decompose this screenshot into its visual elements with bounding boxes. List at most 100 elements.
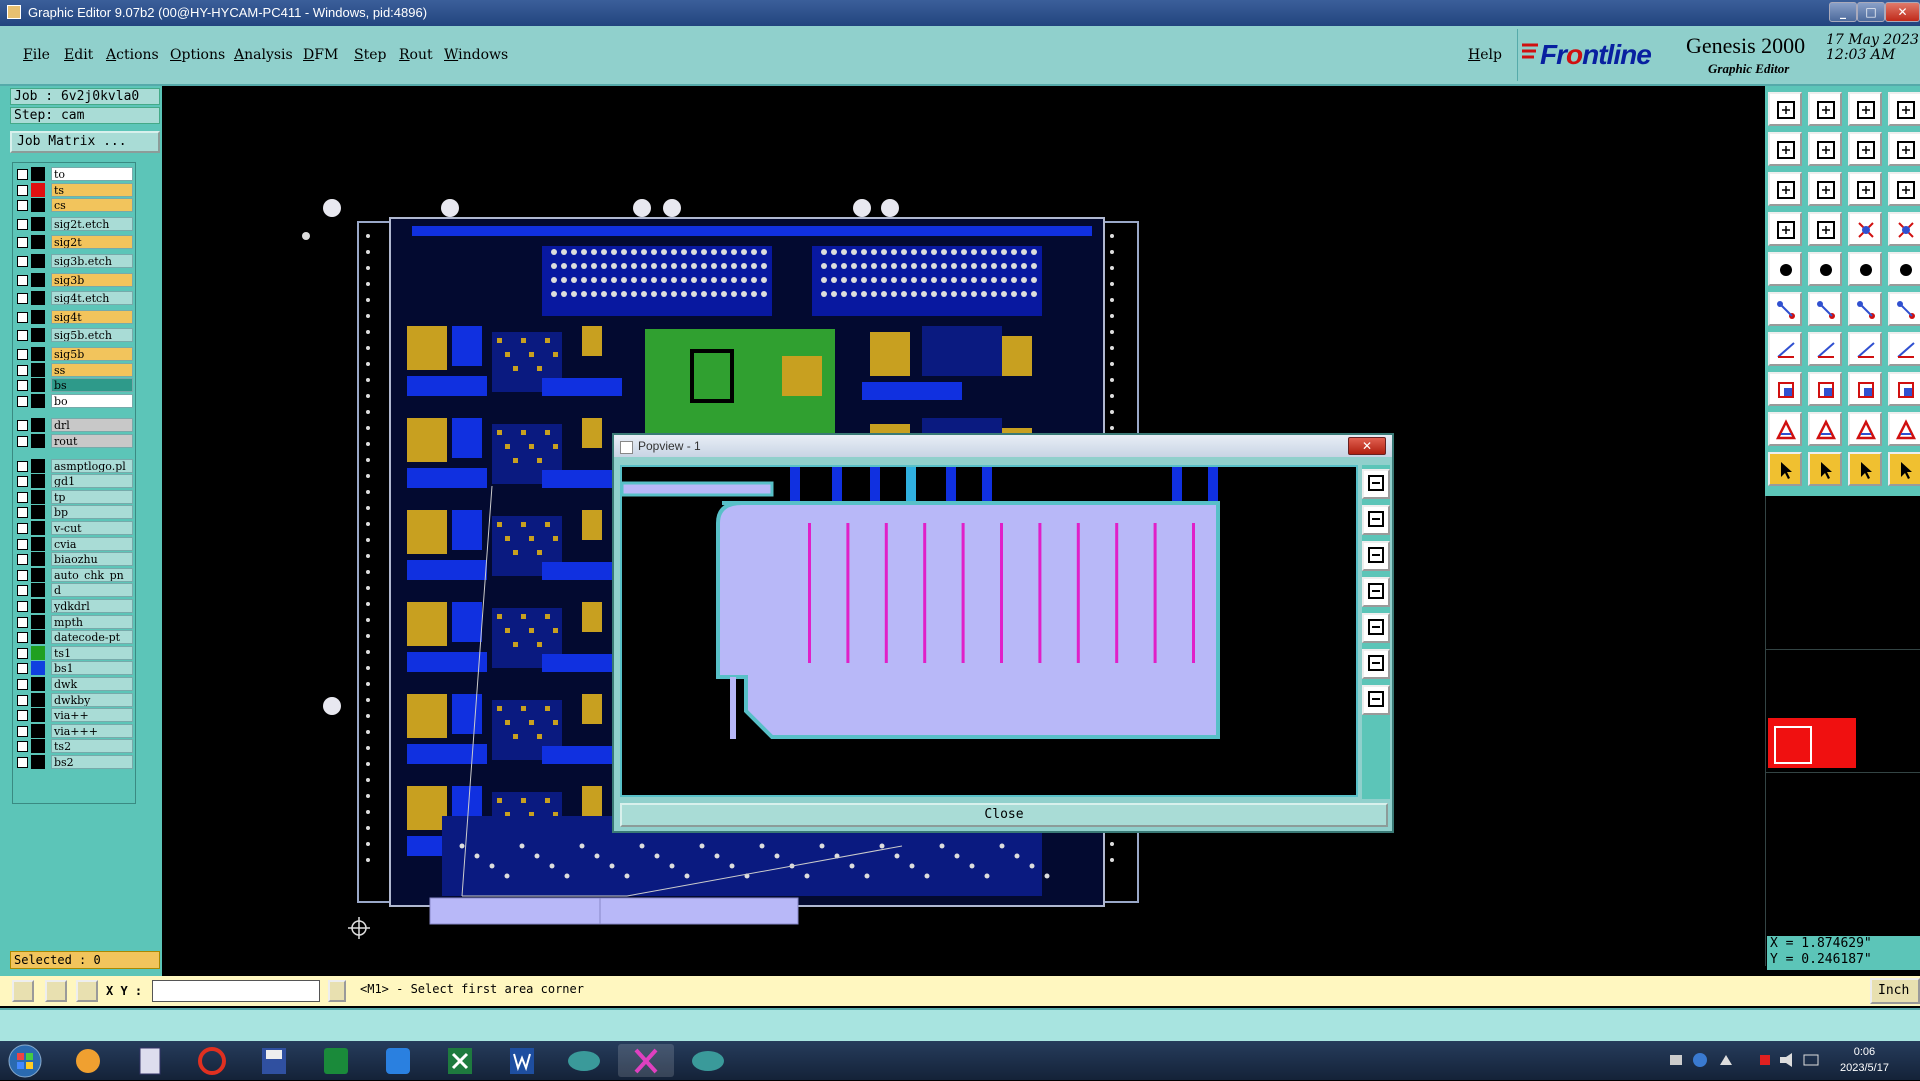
layer-row-bs[interactable]: bs (15, 378, 133, 393)
task-excel-icon[interactable] (432, 1044, 488, 1077)
layer-checkbox[interactable] (17, 476, 28, 488)
layer-row-v-cut[interactable]: v-cut (15, 521, 133, 535)
tool-connect2-icon[interactable] (1888, 292, 1920, 326)
menu-rout[interactable]: Rout (399, 47, 433, 63)
task-publisher-icon[interactable] (308, 1044, 364, 1077)
tool-pointer-icon[interactable] (1768, 452, 1802, 486)
layer-checkbox[interactable] (17, 311, 28, 323)
layer-checkbox[interactable] (17, 491, 28, 503)
layer-checkbox[interactable] (17, 757, 28, 768)
layer-row-mpth[interactable]: mpth (15, 614, 133, 629)
tool-fit-icon[interactable] (1768, 172, 1802, 206)
layer-row-sig2t-etch[interactable]: sig2t.etch (15, 216, 133, 231)
tool-select-box-icon[interactable] (1768, 372, 1802, 406)
layer-name[interactable]: to (51, 167, 133, 181)
popview-canvas[interactable] (620, 465, 1358, 797)
layer-name[interactable]: bs2 (51, 755, 133, 769)
layer-name[interactable]: ss (51, 362, 133, 377)
layer-checkbox[interactable] (17, 420, 28, 432)
layer-checkbox[interactable] (17, 585, 28, 597)
task-notepad-icon[interactable] (122, 1044, 178, 1077)
task-genesis2-icon[interactable] (680, 1044, 736, 1077)
layer-checkbox[interactable] (17, 436, 28, 447)
layer-checkbox[interactable] (17, 200, 28, 212)
layer-name[interactable]: bs (51, 378, 133, 393)
layer-row-dwk[interactable]: dwk (15, 677, 133, 691)
pv-zoom-fit-icon[interactable] (1362, 649, 1390, 679)
unit-selector[interactable]: Inch = (1870, 978, 1920, 1020)
tool-pad-icon[interactable] (1768, 252, 1802, 286)
layer-row-ts1[interactable]: ts1 (15, 645, 133, 660)
tool-export-icon[interactable] (1808, 132, 1842, 166)
tool-pan-icon[interactable] (1808, 172, 1842, 206)
tool-connect-icon[interactable] (1848, 292, 1882, 326)
layer-name[interactable]: sig2t (51, 235, 133, 250)
layer-row-to[interactable]: to (15, 167, 133, 181)
tool-flag-icon[interactable] (1888, 332, 1920, 366)
menu-step[interactable]: Step (354, 47, 386, 63)
layer-name[interactable]: auto_chk_pn (51, 567, 133, 582)
layer-checkbox[interactable] (17, 741, 28, 753)
layer-checkbox[interactable] (17, 725, 28, 737)
tool-arc-icon[interactable] (1848, 332, 1882, 366)
layer-row-datecode-pt[interactable]: datecode-pt (15, 630, 133, 645)
menu-file[interactable]: File (23, 47, 50, 63)
layer-checkbox[interactable] (17, 380, 28, 392)
popview-close-x-button[interactable]: ✕ (1348, 437, 1386, 455)
tool-angle-icon[interactable] (1768, 332, 1802, 366)
layer-name[interactable]: mpth (51, 614, 133, 629)
layer-checkbox[interactable] (17, 184, 28, 196)
layer-checkbox[interactable] (17, 601, 28, 612)
layer-name[interactable]: cs (51, 198, 133, 213)
layer-checkbox[interactable] (17, 569, 28, 581)
tool-node-icon[interactable] (1768, 292, 1802, 326)
tool-transform-icon[interactable] (1888, 452, 1920, 486)
grid-icon[interactable] (76, 980, 98, 1002)
tool-s-icon[interactable] (1888, 132, 1920, 166)
tool-dot-icon[interactable] (1888, 252, 1920, 286)
layer-row-drl[interactable]: drl (15, 418, 133, 433)
tool-import-icon[interactable] (1768, 132, 1802, 166)
layer-row-asmptlogo-pl[interactable]: asmptlogo.pl (15, 458, 133, 473)
layer-name[interactable]: sig3b.etch (51, 254, 133, 268)
layer-checkbox[interactable] (17, 169, 28, 180)
layer-checkbox[interactable] (17, 679, 28, 690)
layer-row-bs2[interactable]: bs2 (15, 755, 133, 769)
menu-help[interactable]: Help (1468, 47, 1502, 63)
layer-row-ts[interactable]: ts (15, 182, 133, 197)
tool-panel-icon[interactable] (1888, 92, 1920, 126)
menu-edit[interactable]: Edit (64, 47, 93, 63)
tool-measure-icon[interactable] (1768, 212, 1802, 246)
layer-checkbox[interactable] (17, 554, 28, 566)
task-shell-icon[interactable] (60, 1044, 116, 1077)
angle-mode-icon[interactable] (45, 980, 67, 1002)
tool-pointer2-icon[interactable] (1808, 452, 1842, 486)
layer-name[interactable]: asmptlogo.pl (51, 458, 133, 473)
menu-options[interactable]: Options (170, 47, 225, 63)
layer-name[interactable]: ts1 (51, 645, 133, 660)
layer-row-sig3b-etch[interactable]: sig3b.etch (15, 254, 133, 268)
tool-scale-icon[interactable] (1848, 172, 1882, 206)
layer-row-auto-chk-pn[interactable]: auto_chk_pn (15, 567, 133, 582)
layer-row-sig5b[interactable]: sig5b (15, 347, 133, 361)
popview-close-button[interactable]: Close (620, 803, 1388, 827)
layer-name[interactable]: dwk (51, 677, 133, 691)
layer-checkbox[interactable] (17, 293, 28, 305)
layer-name[interactable]: d (51, 583, 133, 598)
menu-windows[interactable]: Windows (444, 47, 508, 63)
layer-name[interactable]: sig4t (51, 309, 133, 324)
tool-open-icon[interactable] (1768, 92, 1802, 126)
tool-pointer3-icon[interactable] (1848, 452, 1882, 486)
layer-checkbox[interactable] (17, 507, 28, 519)
layer-name[interactable]: via++ (51, 708, 133, 723)
layer-name[interactable]: sig4t.etch (51, 291, 133, 306)
layer-checkbox[interactable] (17, 349, 28, 360)
layer-name[interactable]: sig2t.etch (51, 216, 133, 231)
layer-checkbox[interactable] (17, 256, 28, 267)
job-matrix-button[interactable]: Job Matrix ... (10, 131, 160, 153)
layer-row-bs1[interactable]: bs1 (15, 661, 133, 676)
layer-row-cvia[interactable]: cvia (15, 536, 133, 551)
layer-name[interactable]: drl (51, 418, 133, 433)
layer-row-dwkby[interactable]: dwkby (15, 692, 133, 707)
info-toggle-icon[interactable] (328, 980, 346, 1002)
